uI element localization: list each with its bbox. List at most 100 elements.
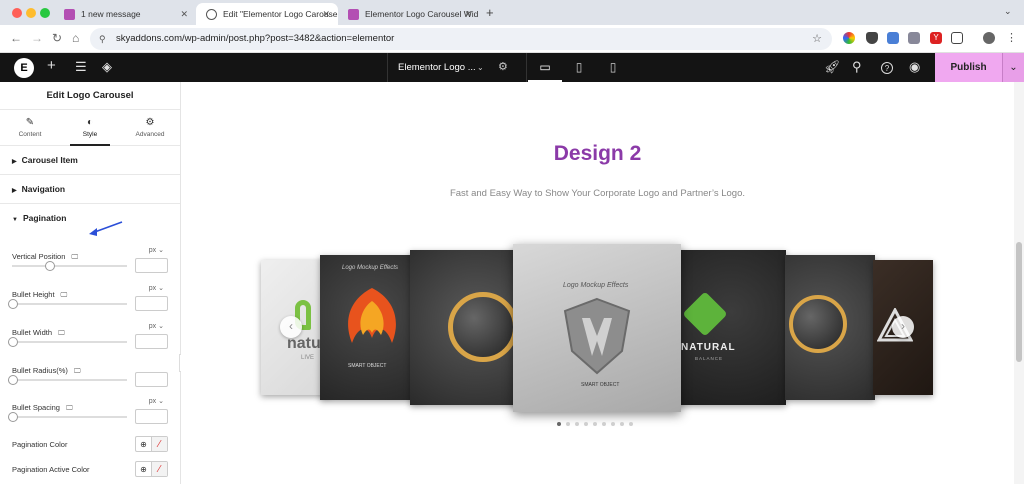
- desktop-view-icon[interactable]: ▭: [528, 53, 562, 82]
- number-input[interactable]: [135, 409, 168, 424]
- slider-handle[interactable]: [8, 375, 18, 385]
- mobile-view-icon[interactable]: ▯: [596, 53, 630, 82]
- unit-select[interactable]: px ⌄: [149, 246, 164, 254]
- close-tab-icon[interactable]: ✕: [464, 9, 472, 20]
- canvas-scrollbar[interactable]: [1014, 82, 1024, 484]
- maximize-window-icon[interactable]: [40, 8, 50, 18]
- extensions-puzzle-icon[interactable]: [951, 32, 963, 44]
- monitor-icon[interactable]: 🖵︎: [74, 368, 81, 375]
- unit-select[interactable]: px ⌄: [149, 397, 164, 405]
- tab-style[interactable]: ◐ Style: [60, 110, 120, 146]
- slider-handle[interactable]: [8, 299, 18, 309]
- extension-translate-icon[interactable]: [887, 32, 899, 44]
- globe-icon[interactable]: ⊕: [136, 462, 151, 476]
- globe-icon[interactable]: ⊕: [136, 437, 151, 451]
- slider-track[interactable]: [8, 299, 127, 309]
- slider-track[interactable]: [8, 375, 127, 385]
- tablet-view-icon[interactable]: ▯: [562, 53, 596, 82]
- pagination-bullet[interactable]: [593, 422, 597, 426]
- tab-advanced[interactable]: ⚙ Advanced: [120, 110, 180, 145]
- back-arrow-icon[interactable]: ←: [10, 31, 22, 45]
- forward-arrow-icon[interactable]: →: [31, 31, 43, 45]
- close-tab-icon[interactable]: ✕: [180, 9, 188, 20]
- extension-yoast-icon[interactable]: Y: [930, 32, 942, 44]
- monitor-icon[interactable]: 🖵︎: [66, 405, 73, 412]
- publish-button[interactable]: Publish: [935, 53, 1002, 82]
- pagination-bullet[interactable]: [566, 422, 570, 426]
- site-settings-sliders-icon[interactable]: ☰: [75, 59, 87, 75]
- site-favicon-icon: [64, 8, 75, 20]
- unit-select[interactable]: px ⌄: [149, 284, 164, 292]
- browser-menu-icon[interactable]: ⋮: [1006, 31, 1017, 44]
- search-icon[interactable]: ⚲: [852, 59, 862, 75]
- carousel-next-button[interactable]: ›: [892, 316, 914, 338]
- bookmark-star-icon[interactable]: ☆: [812, 28, 822, 50]
- no-color-icon[interactable]: ⁄: [151, 462, 167, 476]
- monitor-icon[interactable]: 🖵︎: [61, 292, 68, 299]
- slider-track[interactable]: [8, 337, 127, 347]
- minimize-window-icon[interactable]: [26, 8, 36, 18]
- logo-card[interactable]: Logo Mockup Effects SMART OBJECT: [320, 255, 423, 400]
- monitor-icon[interactable]: 🖵︎: [58, 330, 65, 337]
- number-input[interactable]: [135, 372, 168, 387]
- slider-track[interactable]: [8, 412, 127, 422]
- preview-eye-icon[interactable]: ◉: [909, 59, 920, 75]
- structure-layers-icon[interactable]: ◈: [102, 59, 112, 75]
- close-tab-icon[interactable]: ✕: [322, 9, 330, 20]
- elementor-logo-icon[interactable]: E: [14, 58, 34, 78]
- site-settings-icon[interactable]: ⚲: [99, 28, 106, 50]
- section-navigation[interactable]: ▶ Navigation: [0, 175, 180, 204]
- heading[interactable]: Design 2: [181, 142, 1014, 166]
- extension-image-icon[interactable]: [908, 32, 920, 44]
- profile-avatar-icon[interactable]: [983, 32, 995, 44]
- browser-tab-messages[interactable]: 1 new message ✕: [54, 3, 196, 25]
- unit-select[interactable]: px ⌄: [149, 322, 164, 330]
- slider-handle[interactable]: [45, 261, 55, 271]
- pagination-bullet[interactable]: [602, 422, 606, 426]
- profile-logo-icon: [448, 292, 518, 362]
- logo-card-center[interactable]: Logo Mockup Effects SMART OBJECT: [513, 244, 681, 412]
- slider-handle[interactable]: [8, 412, 18, 422]
- no-color-icon[interactable]: ⁄: [151, 437, 167, 451]
- help-icon[interactable]: ?: [881, 62, 893, 74]
- close-window-icon[interactable]: [12, 8, 22, 18]
- add-element-icon[interactable]: +: [47, 57, 56, 74]
- scrollbar-thumb[interactable]: [1016, 242, 1022, 362]
- pagination-bullet[interactable]: [629, 422, 633, 426]
- publish-options-chevron-icon[interactable]: ⌄: [1002, 53, 1024, 82]
- extension-shield-icon[interactable]: [866, 32, 878, 44]
- notifications-rocket-icon[interactable]: 🚀︎: [824, 59, 841, 75]
- pagination-bullet[interactable]: [557, 422, 561, 426]
- extension-color-icon[interactable]: [843, 32, 855, 44]
- new-tab-button[interactable]: +: [486, 5, 494, 20]
- number-input[interactable]: [135, 258, 168, 273]
- number-input[interactable]: [135, 334, 168, 349]
- slider-handle[interactable]: [8, 337, 18, 347]
- reload-icon[interactable]: ↻: [52, 31, 62, 45]
- slider-track[interactable]: [12, 261, 127, 271]
- page-settings-gear-icon[interactable]: ⚙: [498, 53, 508, 82]
- color-picker[interactable]: ⊕ ⁄: [135, 461, 168, 477]
- control-bullet-radius: Bullet Radius(%) 🖵︎: [8, 360, 170, 387]
- logo-card[interactable]: NATURAL BALANCE: [677, 250, 786, 405]
- document-title-dropdown[interactable]: Elementor Logo ... ⌄ ⚙: [387, 53, 527, 82]
- section-carousel-item[interactable]: ▶ Carousel Item: [0, 146, 180, 175]
- pagination-bullet[interactable]: [584, 422, 588, 426]
- color-picker[interactable]: ⊕ ⁄: [135, 436, 168, 452]
- pagination-bullet[interactable]: [620, 422, 624, 426]
- pagination-bullet[interactable]: [575, 422, 579, 426]
- logo-card[interactable]: [785, 255, 875, 400]
- address-bar[interactable]: ⚲ skyaddons.com/wp-admin/post.php?post=3…: [90, 28, 832, 50]
- number-input[interactable]: [135, 296, 168, 311]
- logo-subtext: SMART OBJECT: [581, 382, 620, 388]
- carousel-prev-button[interactable]: ‹: [280, 316, 302, 338]
- pagination-bullet[interactable]: [611, 422, 615, 426]
- browser-tab-widget[interactable]: Elementor Logo Carousel Wid ✕: [338, 3, 480, 25]
- tab-list-chevron-icon[interactable]: ⌄: [1004, 6, 1012, 17]
- logo-card[interactable]: [410, 250, 520, 405]
- tab-content[interactable]: ✎ Content: [0, 110, 60, 145]
- monitor-icon[interactable]: 🖵︎: [71, 254, 78, 261]
- browser-tab-edit[interactable]: Edit "Elementor Logo Carousel ✕: [196, 3, 338, 25]
- subheading[interactable]: Fast and Easy Way to Show Your Corporate…: [181, 188, 1014, 199]
- home-icon[interactable]: ⌂: [72, 31, 79, 45]
